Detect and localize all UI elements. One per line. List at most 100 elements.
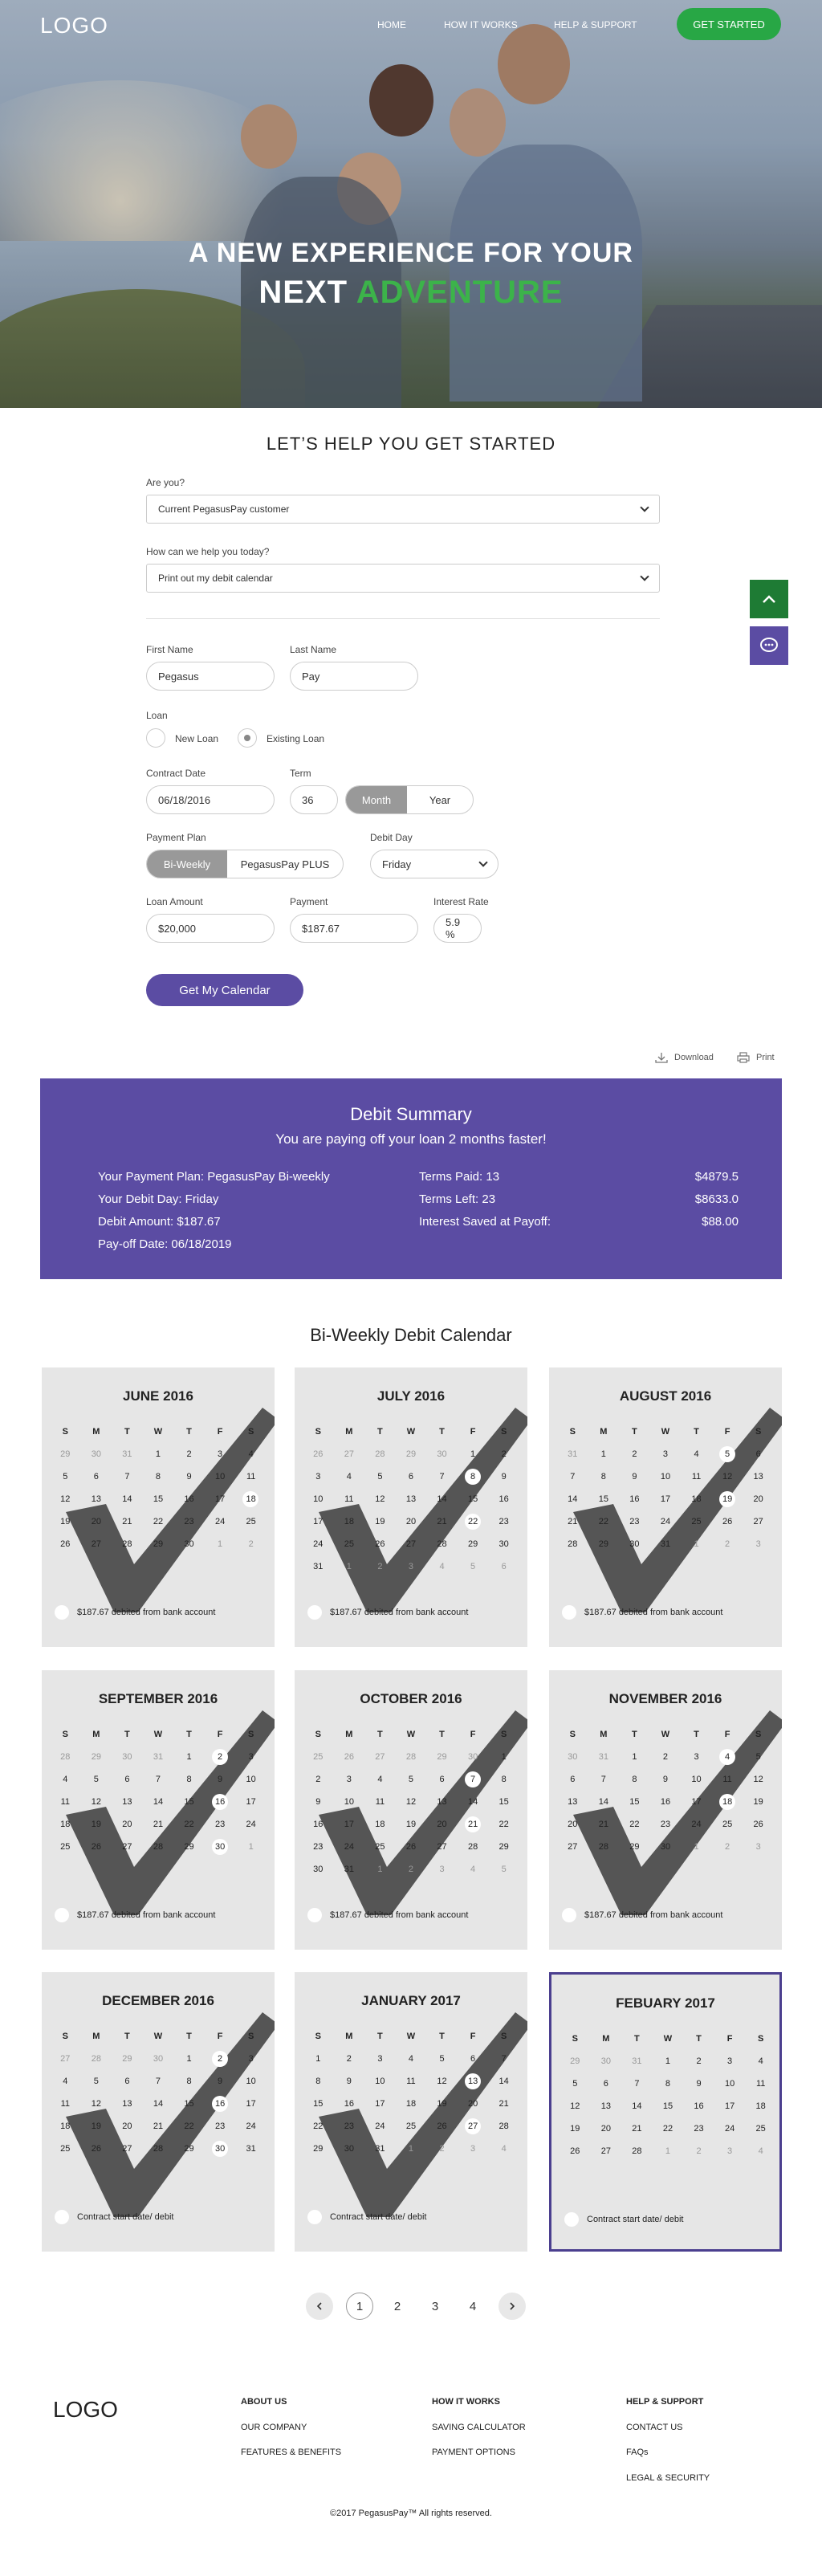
day-cell[interactable]: 21 — [488, 2093, 519, 2115]
day-cell[interactable]: 10 — [235, 1768, 267, 1791]
loan-amount-field[interactable]: $20,000 — [146, 914, 275, 943]
day-cell[interactable]: 18 — [50, 2115, 81, 2138]
day-cell[interactable]: 21 — [557, 1510, 588, 1533]
day-cell[interactable]: 31 — [621, 2050, 653, 2073]
day-cell[interactable]: 28 — [396, 1746, 427, 1768]
day-cell[interactable]: 4 — [334, 1465, 365, 1488]
day-cell[interactable]: 1 — [458, 1443, 489, 1465]
day-cell[interactable]: 11 — [50, 2093, 81, 2115]
day-cell[interactable]: 20 — [591, 2117, 622, 2140]
day-cell[interactable]: 28 — [488, 2115, 519, 2138]
day-cell[interactable]: 3 — [303, 1465, 334, 1488]
day-cell[interactable]: 31 — [588, 1746, 620, 1768]
page-2[interactable]: 2 — [384, 2293, 411, 2320]
day-cell[interactable]: 6 — [488, 1555, 519, 1578]
day-cell[interactable]: 16 — [173, 1488, 205, 1510]
day-cell[interactable]: 2 — [712, 1533, 743, 1555]
day-cell[interactable]: 4 — [458, 1858, 489, 1881]
day-cell[interactable]: 2 — [712, 1836, 743, 1858]
scroll-top-button[interactable] — [750, 580, 788, 618]
day-cell[interactable]: 13 — [743, 1465, 774, 1488]
day-cell[interactable]: 2 — [303, 1768, 334, 1791]
day-cell[interactable]: 17 — [235, 1791, 267, 1813]
day-cell[interactable]: 7 — [557, 1465, 588, 1488]
day-cell[interactable]: 23 — [303, 1836, 334, 1858]
day-cell[interactable]: 2 — [426, 2138, 458, 2160]
day-cell[interactable]: 22 — [588, 1510, 620, 1533]
day-cell[interactable]: 1 — [334, 1555, 365, 1578]
day-cell[interactable]: 1 — [364, 1858, 396, 1881]
debit-day-cell[interactable]: 16 — [205, 2093, 236, 2115]
day-cell[interactable]: 17 — [235, 2093, 267, 2115]
day-cell[interactable]: 22 — [143, 1510, 174, 1533]
day-cell[interactable]: 15 — [619, 1791, 650, 1813]
day-cell[interactable]: 8 — [619, 1768, 650, 1791]
day-cell[interactable]: 25 — [235, 1510, 267, 1533]
day-cell[interactable]: 23 — [683, 2117, 714, 2140]
day-cell[interactable]: 26 — [334, 1746, 365, 1768]
day-cell[interactable]: 26 — [426, 2115, 458, 2138]
day-cell[interactable]: 22 — [619, 1813, 650, 1836]
day-cell[interactable]: 21 — [621, 2117, 653, 2140]
day-cell[interactable]: 11 — [364, 1791, 396, 1813]
day-cell[interactable]: 27 — [426, 1836, 458, 1858]
day-cell[interactable]: 17 — [205, 1488, 236, 1510]
day-cell[interactable]: 23 — [334, 2115, 365, 2138]
day-cell[interactable]: 1 — [173, 2048, 205, 2070]
day-cell[interactable]: 6 — [458, 2048, 489, 2070]
day-cell[interactable]: 22 — [173, 1813, 205, 1836]
term-field[interactable]: 36 — [290, 785, 338, 814]
day-cell[interactable]: 30 — [650, 1836, 682, 1858]
day-cell[interactable]: 28 — [50, 1746, 81, 1768]
day-cell[interactable]: 31 — [334, 1858, 365, 1881]
day-cell[interactable]: 11 — [712, 1768, 743, 1791]
day-cell[interactable]: 6 — [112, 1768, 143, 1791]
day-cell[interactable]: 26 — [50, 1533, 81, 1555]
get-started-button[interactable]: GET STARTED — [677, 8, 781, 40]
day-cell[interactable]: 2 — [173, 1443, 205, 1465]
print-link[interactable]: Print — [737, 1052, 775, 1063]
day-cell[interactable]: 20 — [557, 1813, 588, 1836]
day-cell[interactable]: 4 — [50, 1768, 81, 1791]
day-cell[interactable]: 6 — [743, 1443, 774, 1465]
day-cell[interactable]: 11 — [745, 2073, 776, 2095]
day-cell[interactable]: 3 — [714, 2050, 746, 2073]
day-cell[interactable]: 29 — [619, 1836, 650, 1858]
day-cell[interactable]: 12 — [81, 2093, 112, 2115]
day-cell[interactable]: 28 — [112, 1533, 143, 1555]
day-cell[interactable]: 30 — [557, 1746, 588, 1768]
day-cell[interactable]: 4 — [745, 2140, 776, 2162]
day-cell[interactable]: 12 — [396, 1791, 427, 1813]
download-link[interactable]: Download — [655, 1052, 714, 1063]
day-cell[interactable]: 6 — [112, 2070, 143, 2093]
day-cell[interactable]: 7 — [488, 2048, 519, 2070]
day-cell[interactable]: 29 — [81, 1746, 112, 1768]
day-cell[interactable]: 11 — [50, 1791, 81, 1813]
interest-rate-field[interactable]: 5.9 % — [433, 914, 482, 943]
day-cell[interactable]: 5 — [458, 1555, 489, 1578]
day-cell[interactable]: 23 — [173, 1510, 205, 1533]
day-cell[interactable]: 17 — [334, 1813, 365, 1836]
day-cell[interactable]: 4 — [488, 2138, 519, 2160]
day-cell[interactable]: 16 — [650, 1791, 682, 1813]
day-cell[interactable]: 5 — [364, 1465, 396, 1488]
debit-day-cell[interactable]: 27 — [458, 2115, 489, 2138]
day-cell[interactable]: 28 — [143, 2138, 174, 2160]
day-cell[interactable]: 8 — [173, 1768, 205, 1791]
day-cell[interactable]: 18 — [334, 1510, 365, 1533]
day-cell[interactable]: 13 — [426, 1791, 458, 1813]
day-cell[interactable]: 18 — [364, 1813, 396, 1836]
day-cell[interactable]: 31 — [143, 1746, 174, 1768]
day-cell[interactable]: 16 — [334, 2093, 365, 2115]
day-cell[interactable]: 6 — [426, 1768, 458, 1791]
day-cell[interactable]: 29 — [588, 1533, 620, 1555]
day-cell[interactable]: 15 — [588, 1488, 620, 1510]
day-cell[interactable]: 18 — [396, 2093, 427, 2115]
day-cell[interactable]: 10 — [681, 1768, 712, 1791]
day-cell[interactable]: 23 — [650, 1813, 682, 1836]
day-cell[interactable]: 24 — [235, 1813, 267, 1836]
day-cell[interactable]: 28 — [557, 1533, 588, 1555]
day-cell[interactable]: 6 — [81, 1465, 112, 1488]
day-cell[interactable]: 8 — [488, 1768, 519, 1791]
help-type-select[interactable]: Print out my debit calendar — [146, 564, 660, 593]
